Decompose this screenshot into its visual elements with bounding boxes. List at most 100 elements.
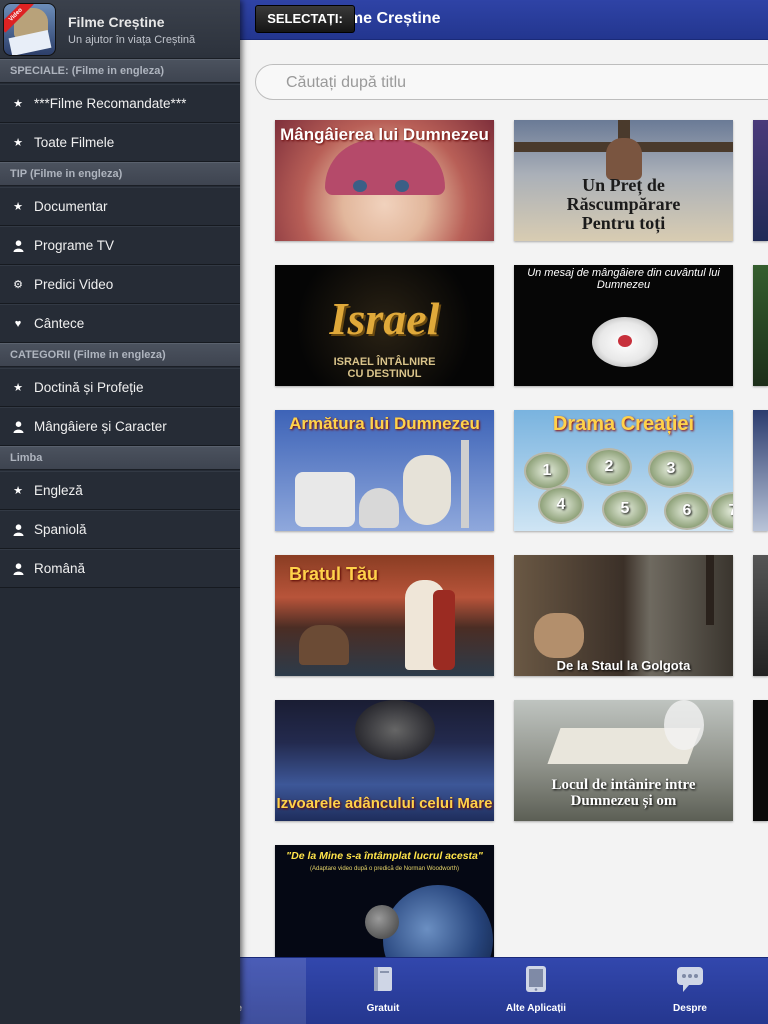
creation-day-number: 1 bbox=[542, 462, 552, 479]
section-title: SPECIALE: (Filme in engleza) bbox=[10, 65, 165, 77]
creation-day-number: 3 bbox=[666, 460, 676, 477]
creation-day-circle: 1 bbox=[524, 452, 570, 490]
sidebar-item-label: Spaniolă bbox=[34, 522, 87, 537]
sidebar-item-engleza[interactable]: ★ Engleză bbox=[0, 471, 240, 510]
creation-day-circle: 2 bbox=[586, 448, 632, 486]
movie-tile[interactable]: Armătura lui Dumnezeu bbox=[275, 410, 494, 531]
creation-day-number: 4 bbox=[556, 496, 566, 513]
section-header-tip: TIP (Filme in engleza) bbox=[0, 162, 240, 186]
search-bar[interactable] bbox=[255, 64, 768, 100]
select-button[interactable]: SELECTAȚI: bbox=[255, 5, 355, 33]
tab-alte-aplicatii[interactable]: Alte Aplicații bbox=[460, 958, 612, 1024]
movie-tile[interactable]: Mângâierea lui Dumnezeu bbox=[275, 120, 494, 241]
tab-label: Gratuit bbox=[366, 1003, 400, 1014]
person-icon bbox=[12, 240, 24, 252]
creation-day-number: 6 bbox=[682, 502, 692, 519]
robe-shape bbox=[433, 590, 455, 670]
person-icon bbox=[12, 421, 24, 433]
movie-subtitle: ISRAEL ÎNTÂLNIRE CU DESTINUL bbox=[333, 356, 436, 380]
sidebar-item-romana[interactable]: Română bbox=[0, 549, 240, 588]
sidebar-item-programe-tv[interactable]: Programe TV bbox=[0, 226, 240, 265]
shield-shape bbox=[403, 455, 451, 525]
movie-title: Mângâierea lui Dumnezeu bbox=[280, 125, 489, 144]
movie-tile-partial[interactable] bbox=[753, 700, 768, 821]
sidebar-item-label: Engleză bbox=[34, 483, 83, 498]
movie-title: Drama Creației bbox=[552, 413, 695, 435]
sword-shape bbox=[461, 440, 469, 528]
movie-tile[interactable]: Locul de intânire intre Dumnezeu și om bbox=[514, 700, 733, 821]
sidebar-item-predici-video[interactable]: ⚙ Predici Video bbox=[0, 265, 240, 304]
sidebar-item-cantece[interactable]: ♥ Cântece bbox=[0, 304, 240, 343]
movie-tile[interactable]: De la Staul la Golgota bbox=[514, 555, 733, 676]
star-icon: ★ bbox=[13, 201, 23, 213]
tab-label: Despre bbox=[673, 1003, 707, 1014]
section-header-speciale: SPECIALE: (Filme in engleza) bbox=[0, 59, 240, 83]
tablet-icon bbox=[523, 965, 549, 998]
sidebar-item-label: Toate Filmele bbox=[34, 135, 115, 150]
creation-day-number: 7 bbox=[729, 502, 733, 519]
movie-tile[interactable]: Izvoarele adâncului celui Mare bbox=[275, 700, 494, 821]
figure-shape bbox=[606, 138, 642, 180]
sidebar-item-doctina-profetie[interactable]: ★ Doctină și Profeție bbox=[0, 368, 240, 407]
section-title: Limba bbox=[10, 452, 43, 464]
movie-title: Locul de intânire intre Dumnezeu și om bbox=[551, 777, 696, 809]
sidebar-item-mangaiere-caracter[interactable]: Mângâiere și Caracter bbox=[0, 407, 240, 446]
heart-icon: ♥ bbox=[14, 318, 22, 330]
figure-shape bbox=[299, 625, 349, 665]
movie-tile-partial[interactable] bbox=[753, 120, 768, 241]
movie-title: Izvoarele adâncului celui Mare bbox=[276, 795, 493, 812]
app-title: Filme Creștine bbox=[68, 14, 165, 30]
sidebar-item-spaniola[interactable]: Spaniolă bbox=[0, 510, 240, 549]
sidebar-item-label: Română bbox=[34, 561, 86, 576]
sidebar-item-label: Doctină și Profeție bbox=[34, 380, 144, 395]
cross-shape bbox=[706, 555, 714, 625]
movie-title: De la Staul la Golgota bbox=[556, 658, 691, 673]
star-icon: ★ bbox=[13, 382, 23, 394]
movie-title: Israel bbox=[329, 293, 440, 344]
movie-tile[interactable]: Un Preț de Răscumpărare Pentru toți bbox=[514, 120, 733, 241]
app-icon: Video bbox=[3, 3, 56, 56]
movie-tile-partial[interactable] bbox=[753, 555, 768, 676]
chat-bubble-icon bbox=[675, 965, 705, 998]
person-icon bbox=[12, 563, 24, 575]
section-header-limba: Limba bbox=[0, 446, 240, 470]
creation-day-number: 5 bbox=[620, 500, 630, 517]
movie-title: "De la Mine s-a întâmplat lucrul acesta" bbox=[286, 850, 483, 862]
sidebar-item-documentar[interactable]: ★ Documentar bbox=[0, 187, 240, 226]
movie-subtitle: (Adaptare video după o predică de Norman… bbox=[310, 866, 459, 872]
movie-title: Bratul Tău bbox=[289, 564, 379, 584]
gear-icon: ⚙ bbox=[13, 279, 23, 291]
sidebar-item-toate-filmele[interactable]: ★ Toate Filmele bbox=[0, 123, 240, 162]
star-icon: ★ bbox=[13, 485, 23, 497]
nav-title: ilme Creștine bbox=[340, 10, 441, 27]
search-input[interactable] bbox=[286, 74, 686, 92]
eye-shape bbox=[353, 180, 367, 192]
sidebar-item-filme-recomandate[interactable]: ★ ***Filme Recomandate*** bbox=[0, 84, 240, 123]
movie-tile[interactable]: Un mesaj de mângâiere din cuvântul lui D… bbox=[514, 265, 733, 386]
creation-day-number: 2 bbox=[604, 458, 614, 475]
creation-day-circle: 5 bbox=[602, 490, 648, 528]
movie-tile[interactable]: "De la Mine s-a întâmplat lucrul acesta"… bbox=[275, 845, 494, 957]
movie-tile-partial[interactable] bbox=[753, 410, 768, 531]
creation-day-circle: 3 bbox=[648, 450, 694, 488]
armor-shape bbox=[295, 472, 355, 527]
sidebar-item-label: Documentar bbox=[34, 199, 108, 214]
sidebar-item-label: Programe TV bbox=[34, 238, 115, 253]
moon-shape bbox=[365, 905, 399, 939]
movie-tile-partial[interactable] bbox=[753, 265, 768, 386]
tab-despre[interactable]: Despre bbox=[612, 958, 768, 1024]
movie-tile[interactable]: Israel ISRAEL ÎNTÂLNIRE CU DESTINUL bbox=[275, 265, 494, 386]
star-icon: ★ bbox=[13, 137, 23, 149]
movie-tile[interactable]: 1 2 3 4 5 6 7 Drama Creației bbox=[514, 410, 733, 531]
smoke-shape bbox=[664, 700, 704, 750]
tab-label: e bbox=[236, 1003, 306, 1014]
sidebar-item-label: Predici Video bbox=[34, 277, 114, 292]
creation-day-circle: 6 bbox=[664, 492, 710, 530]
sidebar-item-label: Mângâiere și Caracter bbox=[34, 419, 167, 434]
movie-tile[interactable]: Bratul Tău bbox=[275, 555, 494, 676]
movie-title: Un Preț de Răscumpărare Pentru toți bbox=[566, 175, 681, 233]
sidebar-item-label: ***Filme Recomandate*** bbox=[34, 96, 187, 111]
flower-center-shape bbox=[618, 335, 632, 347]
sidebar-item-label: Cântece bbox=[34, 316, 85, 331]
tab-gratuit[interactable]: Gratuit bbox=[306, 958, 460, 1024]
